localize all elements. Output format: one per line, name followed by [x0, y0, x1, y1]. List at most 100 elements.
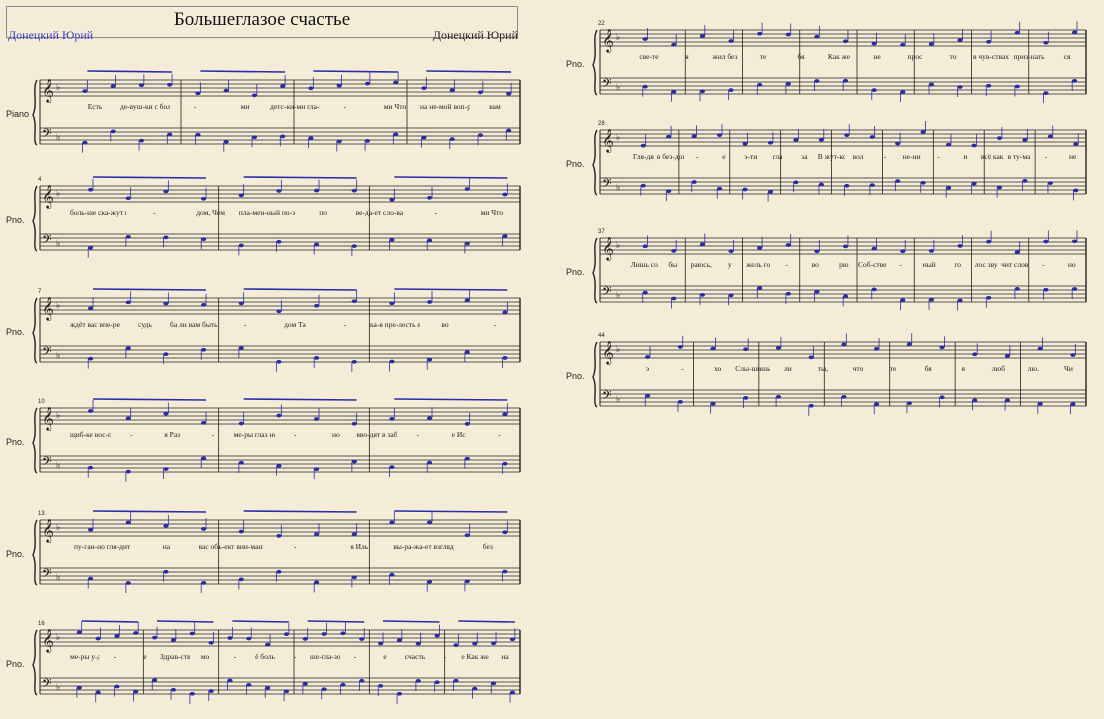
- note: [227, 636, 233, 640]
- bass-note: [283, 689, 290, 694]
- note: [201, 196, 207, 201]
- lyric-syllable: ка-я пре-лесть есть: [370, 320, 420, 329]
- bass-note: [251, 135, 258, 140]
- bass-note: [95, 690, 101, 695]
- lyric-syllable: -: [211, 430, 215, 439]
- svg-text:♭: ♭: [616, 395, 620, 405]
- bass-note: [246, 682, 252, 687]
- bass-note: [464, 241, 470, 246]
- bass-note: [415, 679, 421, 683]
- bass-note: [939, 395, 945, 400]
- note: [276, 189, 282, 193]
- bass-note: [238, 460, 244, 465]
- lyric-syllable: ждёт вас впе-ре-ди: [70, 320, 120, 329]
- grand-staff: 𝄞 𝄢 ♭ ♭: [32, 70, 521, 153]
- lyric-syllable: ба ли вам быть ря: [170, 320, 220, 329]
- svg-text:𝄢: 𝄢: [42, 454, 52, 472]
- lyric-syllable: я Раз: [164, 430, 181, 439]
- svg-text:𝄞: 𝄞: [42, 518, 54, 543]
- lyrics-line: све-те я жил без те бя Как же не прос то в чув-ст…: [630, 52, 1086, 61]
- note: [1071, 239, 1078, 244]
- bass-note: [389, 465, 395, 470]
- bass-note: [389, 572, 395, 577]
- composer-link[interactable]: Донецкий Юрий: [8, 28, 93, 43]
- bass-note: [114, 684, 120, 689]
- bass-note: [775, 394, 782, 399]
- note: [195, 91, 201, 96]
- measure-number: 22: [598, 21, 605, 27]
- lyric-syllable: -: [498, 430, 501, 439]
- note: [871, 246, 877, 251]
- bass-note: [841, 394, 847, 399]
- note: [710, 346, 716, 351]
- note: [396, 638, 403, 642]
- note: [757, 31, 763, 36]
- svg-text:𝄞: 𝄞: [602, 128, 614, 153]
- measure-number: 28: [598, 121, 605, 127]
- bass-note: [208, 689, 214, 693]
- note: [114, 634, 120, 638]
- lyric-syllable: без: [482, 542, 493, 551]
- bass-note: [671, 296, 677, 301]
- lyric-syllable: не: [873, 52, 881, 61]
- lyric-syllable: те: [889, 364, 897, 373]
- lyric-syllable: не-ни: [902, 152, 921, 161]
- svg-text:♭: ♭: [56, 301, 60, 311]
- lyric-syllable: е Как же: [461, 652, 489, 661]
- lyric-syllable: све-те: [639, 52, 659, 61]
- bass-note: [138, 138, 145, 143]
- bass-note: [308, 136, 314, 141]
- bass-note: [189, 691, 195, 696]
- lyric-syllable: рю: [839, 260, 849, 269]
- lyric-syllable: Соб-ствен: [858, 260, 887, 269]
- lyric-syllable: те: [759, 52, 767, 61]
- bass-note: [1014, 287, 1020, 291]
- note: [793, 138, 799, 142]
- bass-note: [163, 569, 169, 574]
- lyric-syllable: ше-гла-зо: [310, 652, 340, 661]
- svg-text:♭: ♭: [56, 351, 60, 361]
- bass-note: [88, 356, 94, 361]
- note: [125, 196, 131, 201]
- note: [351, 421, 357, 426]
- grand-staff: 𝄞 𝄢 ♭ ♭: [32, 510, 521, 593]
- lyric-syllable: чит слов: [1001, 260, 1029, 269]
- bass-note: [844, 183, 850, 188]
- note: [427, 300, 433, 304]
- note: [1014, 250, 1020, 255]
- note: [88, 187, 94, 192]
- bass-note: [1043, 287, 1049, 292]
- lyric-syllable: -: [113, 652, 117, 661]
- bass-note: [314, 467, 320, 472]
- note: [393, 80, 399, 85]
- note: [364, 81, 371, 86]
- lyric-syllable: во: [811, 260, 819, 269]
- note: [201, 527, 207, 531]
- bass-note: [434, 680, 440, 685]
- lyric-syllable: -: [695, 152, 699, 161]
- lyric-syllable: но: [332, 430, 340, 439]
- lyric-syllable: -: [883, 152, 887, 161]
- note: [449, 88, 455, 93]
- bass-note: [378, 683, 384, 688]
- measure-number: 44: [598, 333, 605, 339]
- bass-note: [464, 456, 470, 461]
- lyric-syllable: что: [852, 364, 864, 373]
- bass-note: [645, 393, 651, 398]
- bass-note: [1047, 181, 1053, 185]
- note: [201, 420, 207, 425]
- note: [82, 89, 88, 93]
- bass-note: [201, 347, 207, 352]
- svg-text:♭: ♭: [616, 133, 620, 143]
- lyrics-line: щиб-ке вос-при-five - я Раз - ме-ры глаз не-…: [70, 430, 520, 439]
- lyric-syllable: -: [493, 320, 497, 329]
- measure-number: 4: [38, 177, 42, 183]
- bass-note: [88, 465, 94, 470]
- note: [971, 143, 977, 148]
- bass-note: [201, 456, 207, 461]
- note: [642, 37, 648, 41]
- measure-number: 10: [38, 399, 45, 405]
- svg-text:♭: ♭: [56, 411, 60, 421]
- bass-note: [125, 469, 131, 474]
- lyrics-line: Лишь со бы раюсь, у жель го - во рю Соб-ствен - ны…: [630, 260, 1086, 269]
